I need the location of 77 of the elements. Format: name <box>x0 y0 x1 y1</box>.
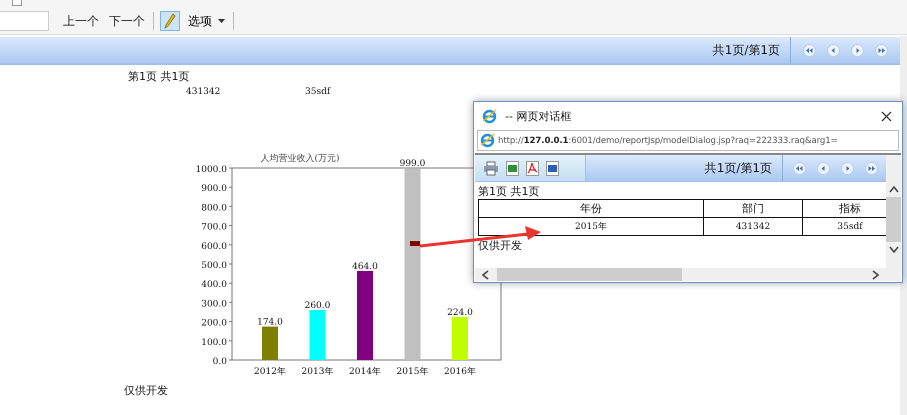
last-page-icon[interactable] <box>865 162 878 174</box>
scroll-left-icon[interactable] <box>481 270 489 280</box>
x-axis-label: 2012年 <box>254 367 286 377</box>
data-label: 224.0 <box>447 308 473 318</box>
page-info: 共1页/第1页 <box>712 42 781 58</box>
data-label: 260.0 <box>304 301 330 312</box>
y-tick-label: 200.0 <box>201 318 227 329</box>
next-page-icon[interactable] <box>841 162 854 174</box>
pen-button[interactable] <box>160 11 180 31</box>
data-label: 999.0 <box>400 159 426 170</box>
spreadsheet-icon[interactable] <box>506 160 519 176</box>
scroll-up-icon[interactable] <box>888 185 898 193</box>
previous-page-icon[interactable] <box>827 44 840 56</box>
pdf-file-icon[interactable] <box>526 160 539 176</box>
y-tick-label: 600.0 <box>201 242 227 252</box>
y-tick <box>228 186 232 188</box>
y-tick <box>228 282 232 284</box>
printer-icon[interactable] <box>483 160 499 176</box>
column-header: 部门 <box>704 200 802 218</box>
x-axis-label: 2014年 <box>349 367 381 377</box>
last-page-icon[interactable] <box>875 44 888 56</box>
close-icon[interactable] <box>881 110 892 122</box>
report-cell-text: 431342 <box>186 87 222 99</box>
dialog-title: -- 网页对话框 <box>505 108 572 124</box>
y-tick <box>228 321 232 322</box>
y-tick-label: 400.0 <box>201 280 227 290</box>
checkbox-icon[interactable] <box>12 0 22 6</box>
page-label: 第1页 共1页 <box>477 184 540 199</box>
y-tick-label: 900.0 <box>201 184 227 194</box>
page-info: 共1页/第1页 <box>704 160 773 176</box>
first-page-icon[interactable] <box>803 44 816 56</box>
y-tick-label: 0.0 <box>212 357 227 367</box>
toolbar-button[interactable]: 下一个 <box>107 10 147 32</box>
horizontal-scrollbar[interactable] <box>475 268 886 281</box>
y-tick <box>228 244 232 246</box>
caret-icon <box>218 19 225 23</box>
y-tick-label: 1000.0 <box>196 165 227 175</box>
x-axis-label: 2015年 <box>396 367 428 377</box>
y-tick <box>228 225 232 226</box>
next-page-icon[interactable] <box>851 44 864 56</box>
x-axis-label: 2013年 <box>302 367 334 377</box>
page-label: 第1页 共1页 <box>128 69 190 82</box>
report-cell: 35sdf <box>305 87 330 99</box>
data-label: 174.0 <box>257 318 283 328</box>
chart-title: 人均营业收入(万元) <box>260 154 340 164</box>
url-text: http://127.0.0.1:6001/demo/reportJsp/modelDialog.jsp?raq=222333.raq&arg1= <box>498 136 838 146</box>
y-tick <box>228 340 232 342</box>
scrollbar-thumb[interactable] <box>497 268 682 281</box>
footer-note: 仅供开发 <box>477 238 523 254</box>
y-tick <box>228 206 232 207</box>
vertical-scrollbar[interactable] <box>886 155 901 281</box>
y-tick <box>228 302 232 303</box>
y-tick-label: 300.0 <box>201 299 227 310</box>
scroll-right-icon[interactable] <box>872 270 880 280</box>
y-tick-label: 700.0 <box>201 222 227 233</box>
bar <box>452 317 468 360</box>
scrollbar-thumb[interactable] <box>886 197 901 242</box>
table-cell: 431342 <box>704 218 802 236</box>
x-axis-label: 2016年 <box>444 367 476 377</box>
y-tick-label: 500.0 <box>201 261 227 271</box>
column-header: 年份 <box>478 200 704 218</box>
previous-page-icon[interactable] <box>817 162 830 174</box>
options-menu-button[interactable]: 选项 <box>186 10 227 32</box>
browser-icon <box>480 133 495 148</box>
data-label: 464.0 <box>352 262 378 272</box>
browser-icon <box>482 108 497 124</box>
toolbar-button[interactable]: 上一个 <box>61 10 101 32</box>
search-field[interactable] <box>0 11 49 31</box>
document-icon[interactable] <box>546 160 559 176</box>
bar <box>310 310 326 360</box>
hotspot-marker <box>410 241 420 246</box>
y-tick-label: 100.0 <box>201 338 227 348</box>
footer-note: 仅供开发 <box>124 383 169 398</box>
first-page-icon[interactable] <box>793 162 806 174</box>
bar <box>262 326 278 360</box>
scroll-down-icon[interactable] <box>888 246 898 254</box>
y-tick-label: 800.0 <box>201 203 227 214</box>
